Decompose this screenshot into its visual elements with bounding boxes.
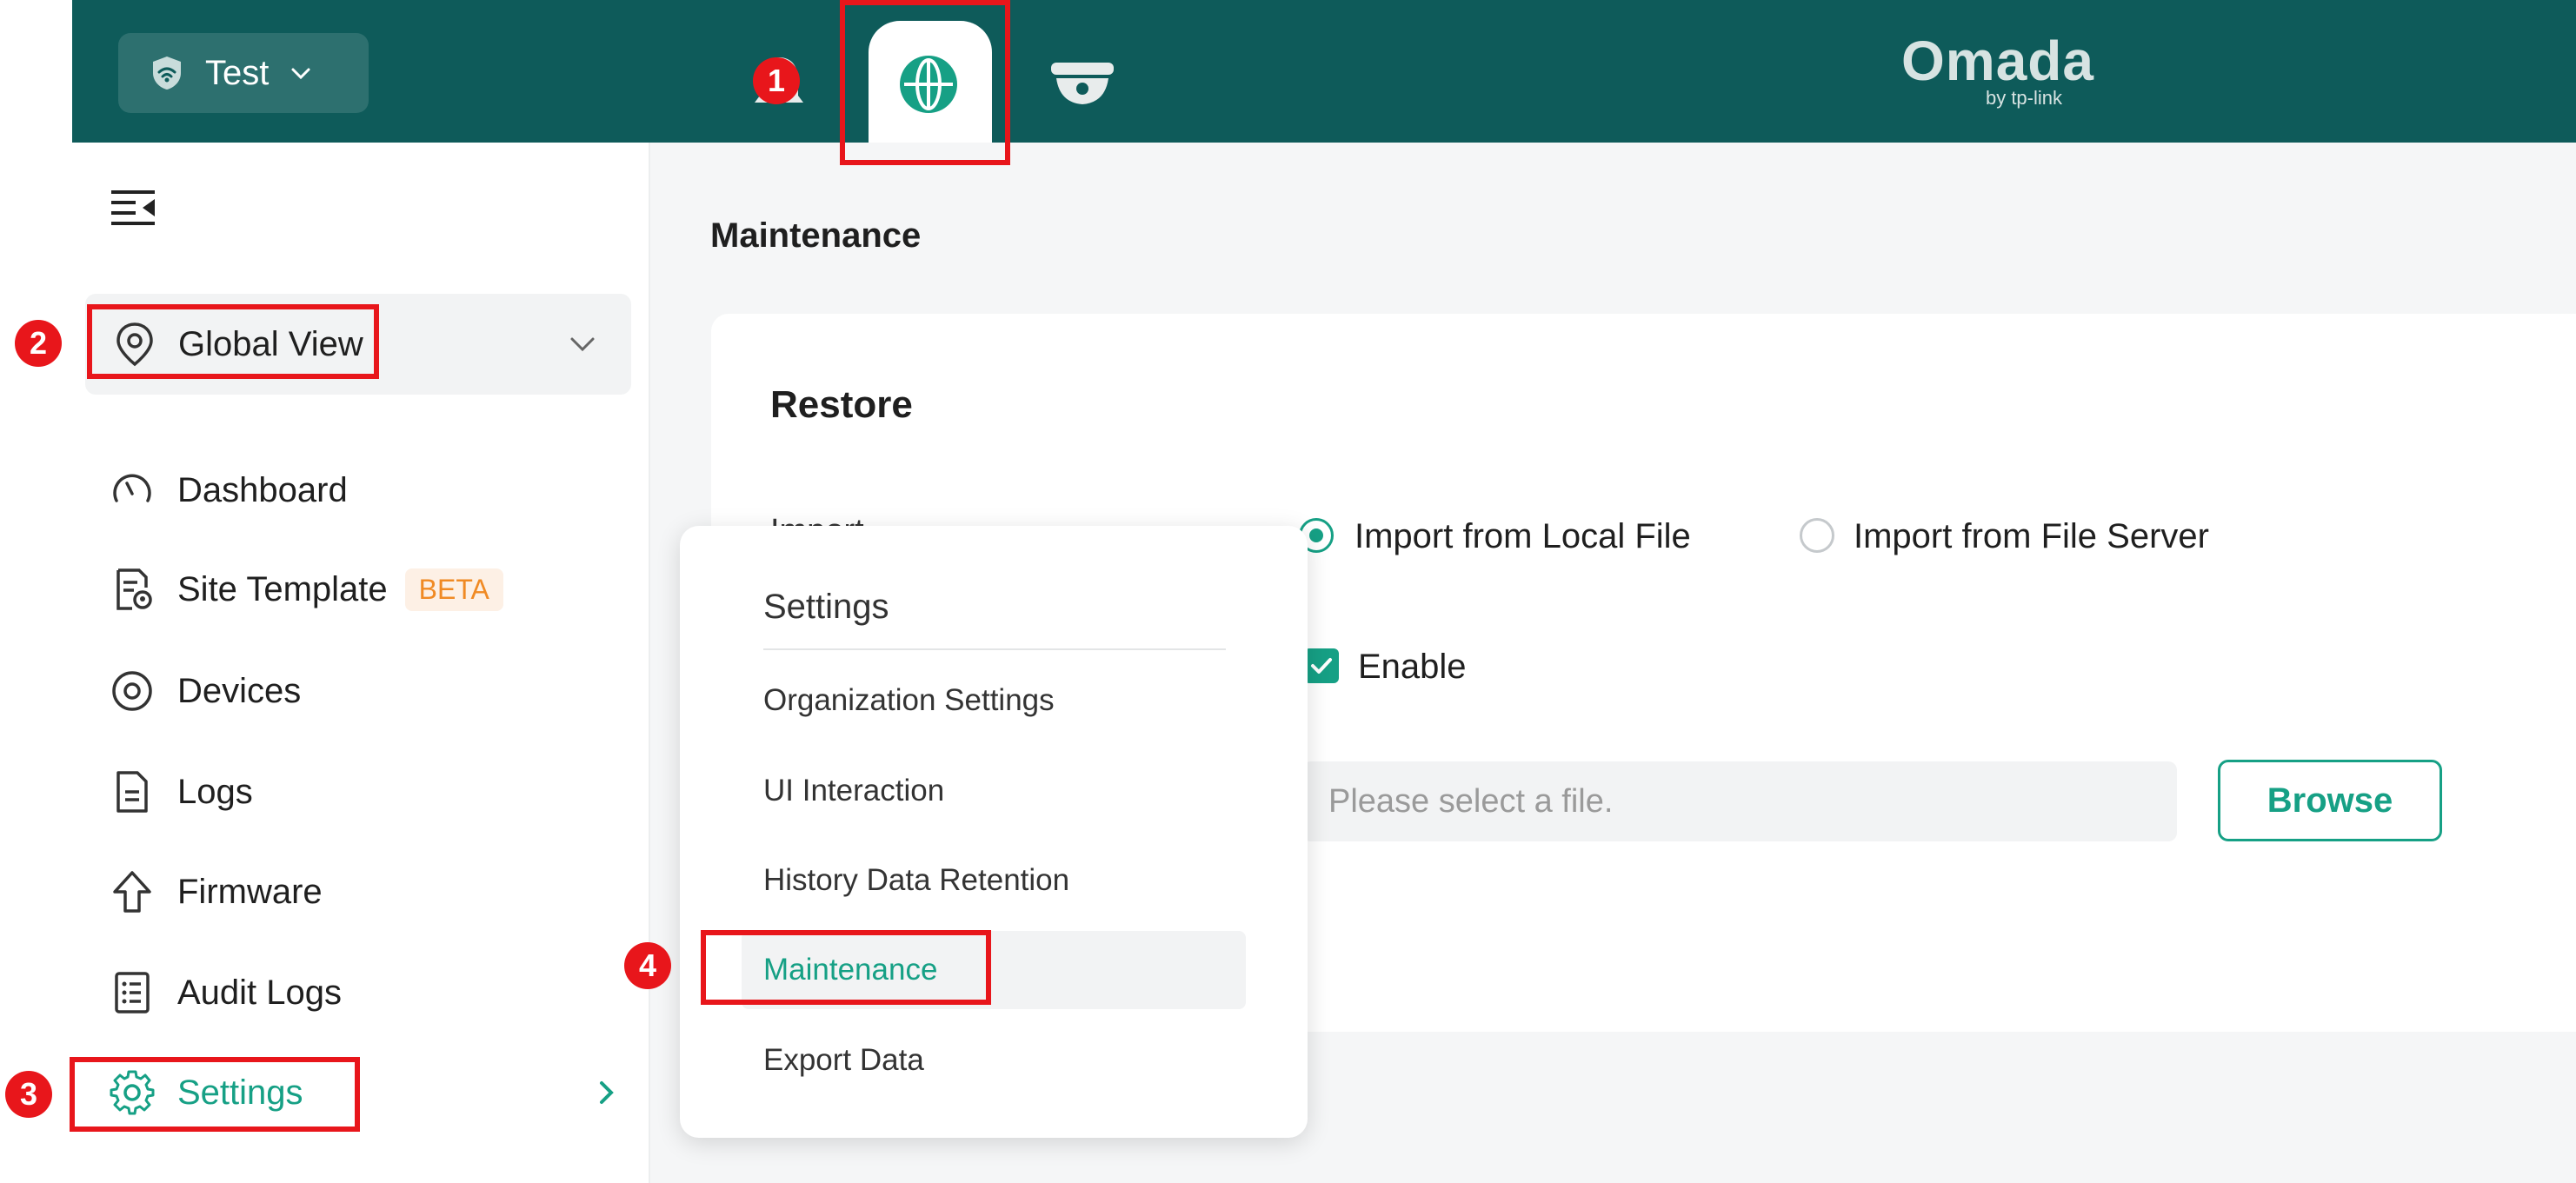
site-name: Test xyxy=(205,53,270,92)
site-icon xyxy=(153,56,181,90)
browse-button[interactable]: Browse xyxy=(2218,760,2442,841)
sidebar-item-label: Firmware xyxy=(177,872,323,911)
card-title: Restore xyxy=(770,383,913,426)
omada-logo: Omada by tp-link xyxy=(1894,33,2102,111)
annotation-box-2 xyxy=(87,304,379,379)
import-server-radio[interactable] xyxy=(1800,518,1834,553)
page-title: Maintenance xyxy=(710,216,922,255)
sidebar-item-audit-logs[interactable]: Audit Logs xyxy=(110,962,342,1023)
menu-item-ui-interaction[interactable]: UI Interaction xyxy=(763,771,944,811)
enable-checkbox[interactable] xyxy=(1304,648,1339,683)
dashboard-icon xyxy=(113,474,151,502)
sidebar-item-logs[interactable]: Logs xyxy=(110,761,253,822)
annotation-box-3 xyxy=(70,1057,360,1132)
annotation-badge-4: 4 xyxy=(624,942,671,989)
sidebar-item-label: Site Template xyxy=(177,569,388,608)
annotation-box-4 xyxy=(701,930,991,1005)
chevron-right-icon xyxy=(600,1081,614,1104)
enable-label[interactable]: Enable xyxy=(1358,645,1467,688)
sidebar-item-firmware[interactable]: Firmware xyxy=(110,861,323,922)
menu-item-organization-settings[interactable]: Organization Settings xyxy=(763,681,1055,721)
import-server-label[interactable]: Import from File Server xyxy=(1854,515,2209,558)
menu-item-export-data[interactable]: Export Data xyxy=(763,1040,924,1080)
site-template-icon xyxy=(116,568,152,610)
menu-item-history-data-retention[interactable]: History Data Retention xyxy=(763,861,1069,901)
logs-icon xyxy=(116,771,148,813)
annotation-badge-1: 1 xyxy=(753,57,800,104)
chevron-down-icon xyxy=(291,68,310,80)
menu-divider xyxy=(763,648,1226,650)
sidebar-item-label: Devices xyxy=(177,671,302,710)
audit-logs-icon xyxy=(115,972,150,1014)
import-local-label[interactable]: Import from Local File xyxy=(1355,515,1691,558)
chevron-down-icon xyxy=(570,337,595,352)
sidebar-item-devices[interactable]: Devices xyxy=(110,661,301,721)
annotation-box-1 xyxy=(840,0,1010,165)
annotation-badge-3: 3 xyxy=(5,1071,52,1118)
checkmark-icon xyxy=(1311,658,1332,674)
file-path-input[interactable] xyxy=(1302,761,2177,841)
annotation-badge-2: 2 xyxy=(15,320,62,367)
logo-text: Omada xyxy=(1901,30,2094,92)
firmware-icon xyxy=(113,871,151,913)
sidebar-item-dashboard[interactable]: Dashboard xyxy=(110,460,348,521)
top-bar xyxy=(72,0,2576,143)
menu-title: Settings xyxy=(763,588,889,626)
sidebar-item-site-template[interactable]: Site Template BETA xyxy=(110,559,503,620)
devices-icon xyxy=(112,671,152,711)
sidebar-item-label: Audit Logs xyxy=(177,973,343,1012)
camera-tab-icon[interactable] xyxy=(1048,57,1117,110)
sidebar-item-label: Dashboard xyxy=(177,470,348,509)
collapse-menu-icon[interactable] xyxy=(110,187,156,229)
site-selector[interactable]: Test xyxy=(118,33,369,113)
sidebar-item-label: Logs xyxy=(177,772,253,811)
beta-badge: BETA xyxy=(404,568,503,611)
